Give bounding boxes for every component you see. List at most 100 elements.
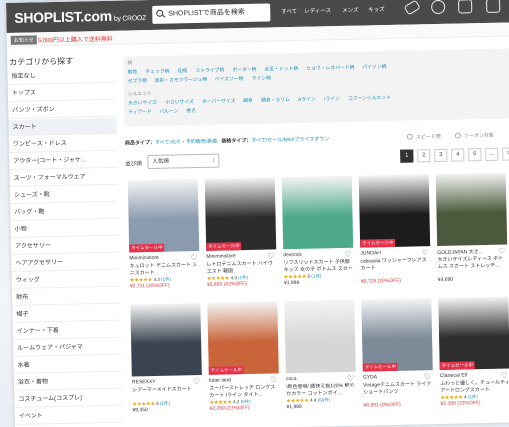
product-brand[interactable]: Classical Elf: [440, 372, 498, 379]
favorite-heart-icon[interactable]: ♡: [421, 248, 428, 257]
product-image[interactable]: タイムセール中: [361, 298, 433, 372]
sidebar-item[interactable]: シューズ・靴: [9, 185, 119, 204]
product-title[interactable]: シアーマーメイドスカート: [132, 386, 202, 400]
product-card[interactable]: タイムセール中 ♡ GYDA Vintageデニムスカート ライクショートパンツ ¥8,…: [361, 298, 433, 409]
product-image[interactable]: タイムセール中: [127, 179, 200, 253]
page-button[interactable]: 5: [468, 148, 482, 162]
search-input[interactable]: SHOPLISTで商品を検索: [152, 3, 271, 24]
product-card[interactable]: ♡ RESEXXY シアーマーメイドスカート ★★★★★ 5 (1件) ¥9,350: [130, 302, 202, 413]
favorite-heart-icon[interactable]: ♡: [190, 253, 197, 262]
sidebar-item[interactable]: 小物: [10, 219, 119, 238]
filter-option[interactable]: ストライプ柄: [195, 66, 224, 74]
filter-option[interactable]: ティアード: [128, 108, 152, 115]
site-logo[interactable]: SHOPLIST.com by CROOZ: [14, 7, 146, 26]
sidebar-item[interactable]: ルームウェア・パジャマ: [13, 338, 122, 357]
filter-option[interactable]: ペイズリー柄: [215, 75, 244, 83]
product-image[interactable]: タイムセール中: [358, 174, 431, 248]
nav-mens[interactable]: メンズ: [342, 6, 359, 14]
product-brand[interactable]: Miniministore: [129, 254, 187, 262]
filter-option[interactable]: ボーダー柄: [232, 66, 256, 74]
product-title[interactable]: スーパーストレッチ ロングスカート Iライン タイト...: [209, 384, 279, 398]
page-button[interactable]: 2: [417, 149, 431, 163]
favorite-heart-icon[interactable]: ♡: [270, 375, 277, 384]
product-brand[interactable]: GOLDJAPAN 大き...: [437, 248, 495, 256]
coupon-icon[interactable]: [403, 0, 421, 16]
product-brand[interactable]: Miniministore: [206, 253, 264, 260]
favorite-heart-icon[interactable]: ♡: [344, 250, 351, 259]
filter-option[interactable]: 細身・スリム: [261, 96, 290, 104]
product-card[interactable]: ♡ coca \新色登場/ 腰快え抜120% 鮮やかカラー コットンボイ... ★★★…: [284, 299, 356, 410]
filter-option[interactable]: 無地: [127, 68, 137, 75]
product-title[interactable]: \新色登場/ 腰快え抜120% 鮮やかカラー コットンボイ...: [286, 383, 356, 397]
product-brand[interactable]: coca: [286, 375, 344, 382]
product-image[interactable]: [281, 175, 354, 250]
product-brand[interactable]: JUNOAH: [360, 249, 418, 256]
sidebar-item[interactable]: スーツ・フォーマルウェア: [9, 168, 118, 187]
sidebar-item[interactable]: スカート: [8, 117, 117, 136]
sidebar-item[interactable]: バッグ・鞄: [10, 202, 119, 221]
filter-option[interactable]: 巻き: [186, 107, 196, 114]
product-image[interactable]: [284, 299, 356, 374]
price-type-values[interactable]: すべて/セール/MAXプライスダウン: [251, 136, 329, 144]
sidebar-item[interactable]: 帽子: [12, 304, 121, 323]
sidebar-item[interactable]: 指定なし: [7, 66, 116, 85]
favorite-heart-icon[interactable]: ♡: [193, 377, 200, 386]
sidebar-item[interactable]: トップス: [7, 83, 117, 102]
product-card[interactable]: タイムセール中 ♡ futier land スーパーストレッチ ロングスカート Iライ…: [207, 301, 279, 412]
page-button[interactable]: …: [485, 147, 499, 161]
product-card[interactable]: タイムセール中 ♡ Classical Elf ふわっと優しく。チュールティアードロン…: [438, 296, 509, 407]
product-title[interactable]: レトロデニムスカート ハイウエスト 韓国: [206, 260, 276, 274]
page-button[interactable]: 4: [451, 148, 465, 162]
sidebar-item[interactable]: パンツ・ズボン: [8, 100, 117, 119]
filter-option[interactable]: 小さいサイズ: [165, 98, 194, 106]
filter-option[interactable]: Iライン: [324, 95, 340, 102]
product-type-values[interactable]: すべて/元々・予約販売/新着: [155, 139, 217, 146]
sidebar-item[interactable]: ヘアアクセサリー: [11, 253, 120, 272]
product-image[interactable]: タイムセール中: [438, 296, 509, 370]
order-select[interactable]: 人気順: [147, 153, 220, 170]
product-card[interactable]: タイムセール中 ♡ Miniministore キュロット デニムスカート ミニスカー…: [127, 179, 200, 289]
sidebar-item[interactable]: アクセサリー: [10, 236, 120, 255]
product-title[interactable]: 大きいサイズレディース ボトムス スカート ストレッチ...: [437, 256, 507, 270]
filter-option[interactable]: ゼブラ柄: [128, 77, 147, 84]
page-button[interactable]: 1: [400, 149, 414, 163]
favorite-heart-icon[interactable]: ♡: [267, 251, 274, 260]
sidebar-item[interactable]: ワンピース・ドレス: [8, 134, 118, 153]
filter-option[interactable]: 細身: [243, 97, 253, 104]
sidebar-item[interactable]: 財布: [12, 287, 121, 306]
sidebar-item[interactable]: 浴衣・着物: [13, 372, 123, 391]
favorite-heart-icon[interactable]: ♡: [347, 374, 354, 383]
filter-option[interactable]: チェック柄: [145, 68, 169, 76]
sidebar-item[interactable]: 水着: [13, 355, 122, 374]
sidebar-item[interactable]: インナー・下着: [12, 321, 122, 340]
filter-option[interactable]: 迷彩・カモフラージュ柄: [155, 76, 207, 84]
cart-icon[interactable]: [458, 0, 473, 14]
product-brand[interactable]: devirock: [283, 251, 341, 258]
nav-kids[interactable]: キッズ: [368, 5, 385, 13]
product-card[interactable]: タイムセール中 ♡ Miniministore レトロデニムスカート ハイウエスト 韓…: [204, 177, 277, 288]
product-card[interactable]: ♡ GOLDJAPAN 大き... 大きいサイズレディース ボトムス スカート スト…: [435, 172, 508, 283]
filter-option[interactable]: ヒョウ・レオパード柄: [306, 64, 354, 72]
sidebar-item[interactable]: イベント: [14, 406, 123, 425]
product-image[interactable]: [130, 302, 202, 377]
page-button[interactable]: >: [502, 147, 509, 161]
page-button[interactable]: 3: [434, 148, 448, 163]
filter-option[interactable]: ライン柄: [252, 74, 271, 81]
product-card[interactable]: ♡ devirock リブスリットスカート 子供服 キッズ 女の子 ボトムス スカー…: [281, 175, 354, 286]
speed-checkbox[interactable]: [406, 133, 413, 140]
sidebar-item[interactable]: コスチューム(コスプレ): [14, 389, 123, 408]
product-card[interactable]: タイムセール中 ♡ JUNOAH cafeaulia ワッシャーフレアスカート ¥5,7…: [358, 174, 431, 285]
sidebar-item[interactable]: ウィッグ: [11, 270, 120, 289]
product-brand[interactable]: RESEXXY: [132, 378, 190, 385]
product-title[interactable]: Vintageデニムスカート ライクショートパンツ: [363, 381, 433, 395]
favorite-heart-icon[interactable]: ♡: [424, 372, 431, 381]
filter-option[interactable]: Aライン: [298, 96, 316, 103]
account-icon[interactable]: [431, 0, 446, 15]
product-title[interactable]: ふわっと優しく。チュールティアードロングスカート: [440, 380, 509, 394]
filter-option[interactable]: コクーンシルエット: [348, 94, 391, 102]
promo-text[interactable]: 5,000円以上購入で送料無料: [38, 34, 113, 45]
nav-all[interactable]: すべて: [281, 7, 297, 15]
product-title[interactable]: cafeaulia ワッシャーフレアスカート: [360, 257, 430, 271]
product-title[interactable]: キュロット デニムスカート ミニスカート: [129, 262, 199, 276]
filter-option[interactable]: パイソン柄: [362, 63, 386, 71]
